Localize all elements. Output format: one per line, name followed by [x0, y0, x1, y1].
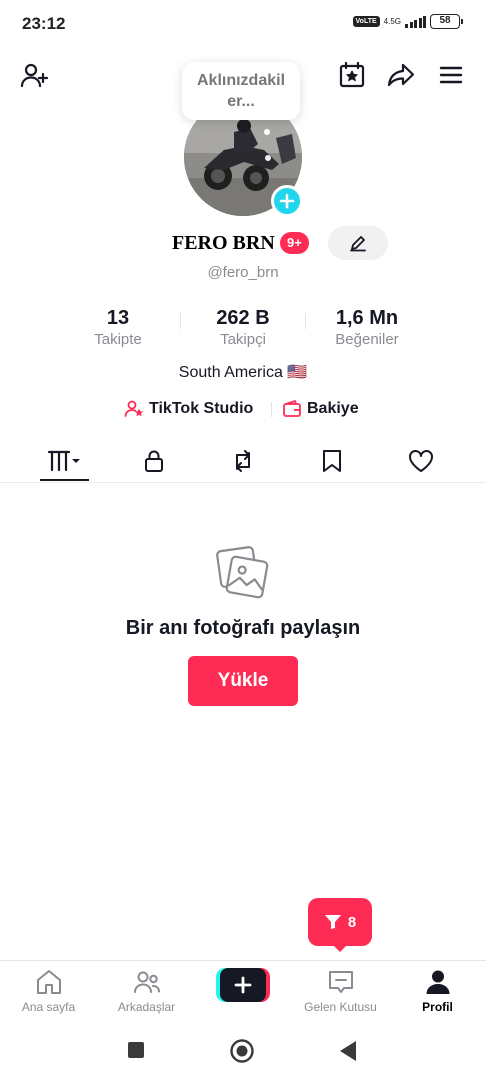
- studio-label: TikTok Studio: [149, 400, 254, 417]
- tiktok-studio-link[interactable]: TikTok Studio: [124, 399, 253, 419]
- nav-friends[interactable]: Arkadaşlar: [98, 967, 195, 1019]
- stat-value: 262 B: [216, 307, 270, 329]
- stat-divider: [180, 313, 181, 329]
- pencil-icon: [350, 236, 366, 252]
- stat-value: 13: [106, 307, 130, 329]
- balance-link[interactable]: Bakiye: [282, 399, 359, 419]
- recents-icon[interactable]: [126, 1040, 146, 1065]
- videos-grid-icon: [47, 450, 80, 472]
- bookmark-icon: [322, 450, 341, 472]
- plus-icon: [279, 193, 295, 209]
- stat-label: Takipçi: [220, 331, 266, 348]
- bio: South America 🇺🇸: [178, 364, 308, 381]
- nav-home[interactable]: Ana sayfa: [0, 967, 97, 1019]
- repost-icon: [235, 450, 250, 472]
- stat-label: Beğeniler: [335, 331, 399, 348]
- bottom-nav-divider: [0, 960, 486, 961]
- nav-label: Profil: [422, 1000, 453, 1014]
- link-divider: [271, 402, 272, 417]
- stat-followers[interactable]: 262 B Takipçi: [183, 306, 303, 349]
- nav-label: Gelen Kutusu: [304, 1000, 377, 1014]
- note-text-line1: Aklınızdakil: [196, 72, 286, 89]
- status-time: 23:12: [22, 14, 66, 33]
- add-avatar-button[interactable]: [271, 185, 303, 217]
- volte-icon: VoLTE: [352, 16, 380, 27]
- signal-icon: [405, 15, 426, 28]
- filter-funnel-icon: [324, 915, 341, 929]
- active-tab-indicator: [40, 479, 89, 481]
- back-triangle-icon[interactable]: [338, 1040, 358, 1067]
- status-icons: VoLTE 4.5G 58: [352, 14, 463, 29]
- photo-stack-icon: [215, 545, 271, 606]
- note-bubble[interactable]: Aklınızdakil er...: [182, 62, 300, 120]
- home-circle-icon[interactable]: [229, 1038, 255, 1069]
- create-button[interactable]: [216, 968, 270, 1002]
- nav-label: Ana sayfa: [21, 1000, 76, 1014]
- nav-inbox[interactable]: Gelen Kutusu: [292, 967, 389, 1019]
- stat-likes[interactable]: 1,6 Mn Beğeniler: [307, 306, 427, 349]
- wallet-icon: [283, 400, 301, 417]
- inbox-notification-bubble[interactable]: 8: [308, 898, 372, 946]
- tab-favorites[interactable]: [283, 440, 380, 482]
- nav-label: Arkadaşlar: [117, 1000, 176, 1014]
- tab-videos[interactable]: [16, 440, 113, 482]
- note-text-line2: er...: [227, 93, 255, 110]
- person-star-icon: [124, 400, 144, 417]
- name-badge[interactable]: 9+: [280, 232, 309, 254]
- home-icon: [36, 970, 61, 994]
- tab-liked[interactable]: [372, 440, 469, 482]
- profile-icon: [426, 970, 449, 994]
- username: @fero_brn: [207, 264, 279, 281]
- tab-private[interactable]: [105, 440, 202, 482]
- create-plus-icon: [234, 976, 252, 994]
- share-arrow-icon[interactable]: [384, 58, 418, 92]
- note-dot: [264, 129, 270, 135]
- empty-state-title: Bir anı fotoğrafı paylaşın: [125, 617, 361, 639]
- stat-divider: [305, 313, 306, 329]
- inbox-icon: [328, 971, 353, 993]
- add-friend-icon[interactable]: [17, 58, 51, 92]
- upload-button[interactable]: Yükle: [188, 656, 298, 706]
- tabs-divider: [0, 482, 486, 483]
- display-name: FERO BRN: [172, 232, 275, 254]
- hamburger-menu-icon[interactable]: [434, 58, 468, 92]
- battery-indicator: 58: [430, 14, 463, 29]
- network-type: 4.5G: [383, 16, 401, 26]
- edit-profile-button[interactable]: [328, 226, 388, 260]
- stat-label: Takipte: [94, 331, 142, 348]
- inbox-tip-arrow: [333, 945, 347, 952]
- friends-icon: [133, 971, 160, 993]
- calendar-star-icon[interactable]: [335, 58, 369, 92]
- lock-icon: [144, 450, 163, 472]
- heart-icon: [408, 450, 433, 472]
- stat-value: 1,6 Mn: [335, 307, 399, 329]
- tab-reposts[interactable]: [194, 440, 291, 482]
- stat-following[interactable]: 13 Takipte: [58, 306, 178, 349]
- inbox-count: 8: [347, 913, 357, 931]
- nav-profile[interactable]: Profil: [389, 967, 486, 1019]
- balance-label: Bakiye: [307, 400, 359, 417]
